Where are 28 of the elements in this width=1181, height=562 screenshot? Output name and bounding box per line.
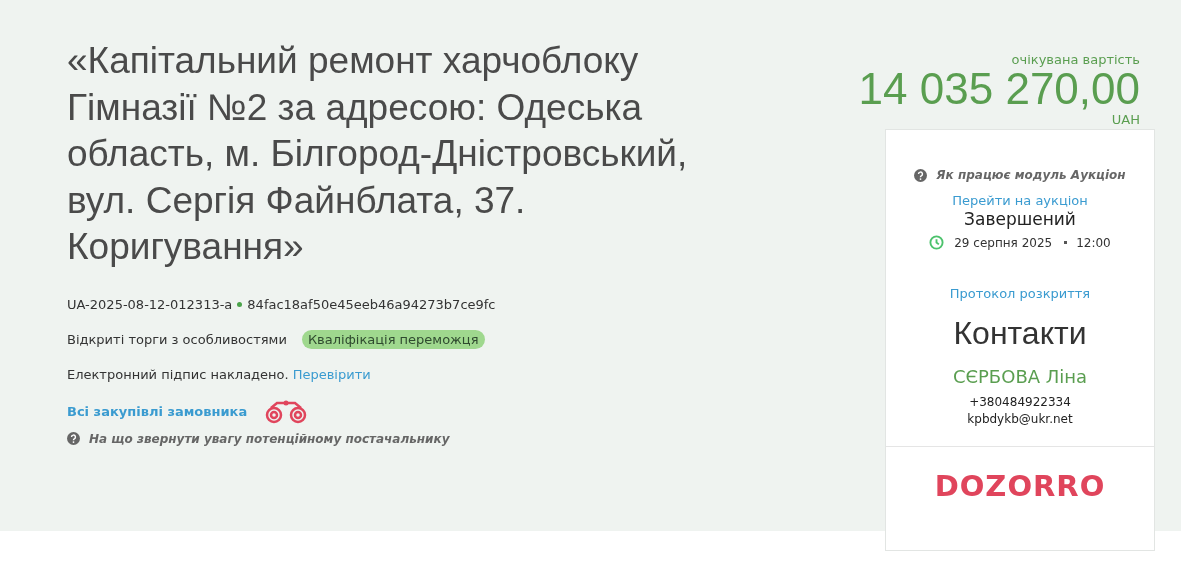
help-icon xyxy=(67,432,80,445)
buyer-procurements-link[interactable]: Всі закупівлі замовника xyxy=(67,404,248,419)
procedure-type: Відкриті торги з особливостями xyxy=(67,331,287,347)
contact-name: СЄРБОВА Ліна xyxy=(952,366,1088,387)
tender-title: «Капітальний ремонт харчоблоку Гімназії №2 за адресою: Одеська область, м. Білгород-Дністровський, вул. Сергія Файнблата, 37. Коригування» xyxy=(67,39,689,269)
auction-time: 12:00 xyxy=(1076,235,1111,250)
tender-id: UA-2025-08-12-012313-a xyxy=(67,296,233,312)
dozorro-logo[interactable]: DOZORRO xyxy=(934,469,1106,503)
protocol-link[interactable]: Протокол розкриття xyxy=(949,286,1091,301)
auction-link[interactable]: Перейти на аукціон xyxy=(952,193,1088,208)
supplier-hint-link[interactable]: На що звернути увагу потенційному постачальнику xyxy=(89,431,450,446)
contact-email: kpbdykb@ukr.net xyxy=(967,412,1073,426)
auction-date: 29 серпня 2025 xyxy=(954,235,1053,250)
status-dot-icon xyxy=(237,301,243,307)
auction-status: Завершений xyxy=(964,209,1076,229)
currency: UAH xyxy=(1111,112,1140,127)
contact-phone: +380484922334 xyxy=(969,395,1071,409)
binoculars-icon[interactable] xyxy=(265,399,308,424)
price-label: очікувана вартість xyxy=(1011,52,1140,67)
status-tag: Кваліфікація переможця xyxy=(301,329,485,349)
clock-icon xyxy=(929,235,945,250)
price-amount: 14 035 270,00 xyxy=(858,67,1140,111)
tender-hash: 84fac18af50e45eeb46a94273b7ce9fc xyxy=(247,296,496,312)
verify-link[interactable]: Перевірити xyxy=(292,366,371,382)
help-icon xyxy=(914,168,928,182)
signature-text: Електронний підпис накладено. xyxy=(67,366,289,382)
auction-help-link[interactable]: Як працює модуль Аукціон xyxy=(936,168,1126,182)
contacts-heading: Контакти xyxy=(953,315,1087,352)
